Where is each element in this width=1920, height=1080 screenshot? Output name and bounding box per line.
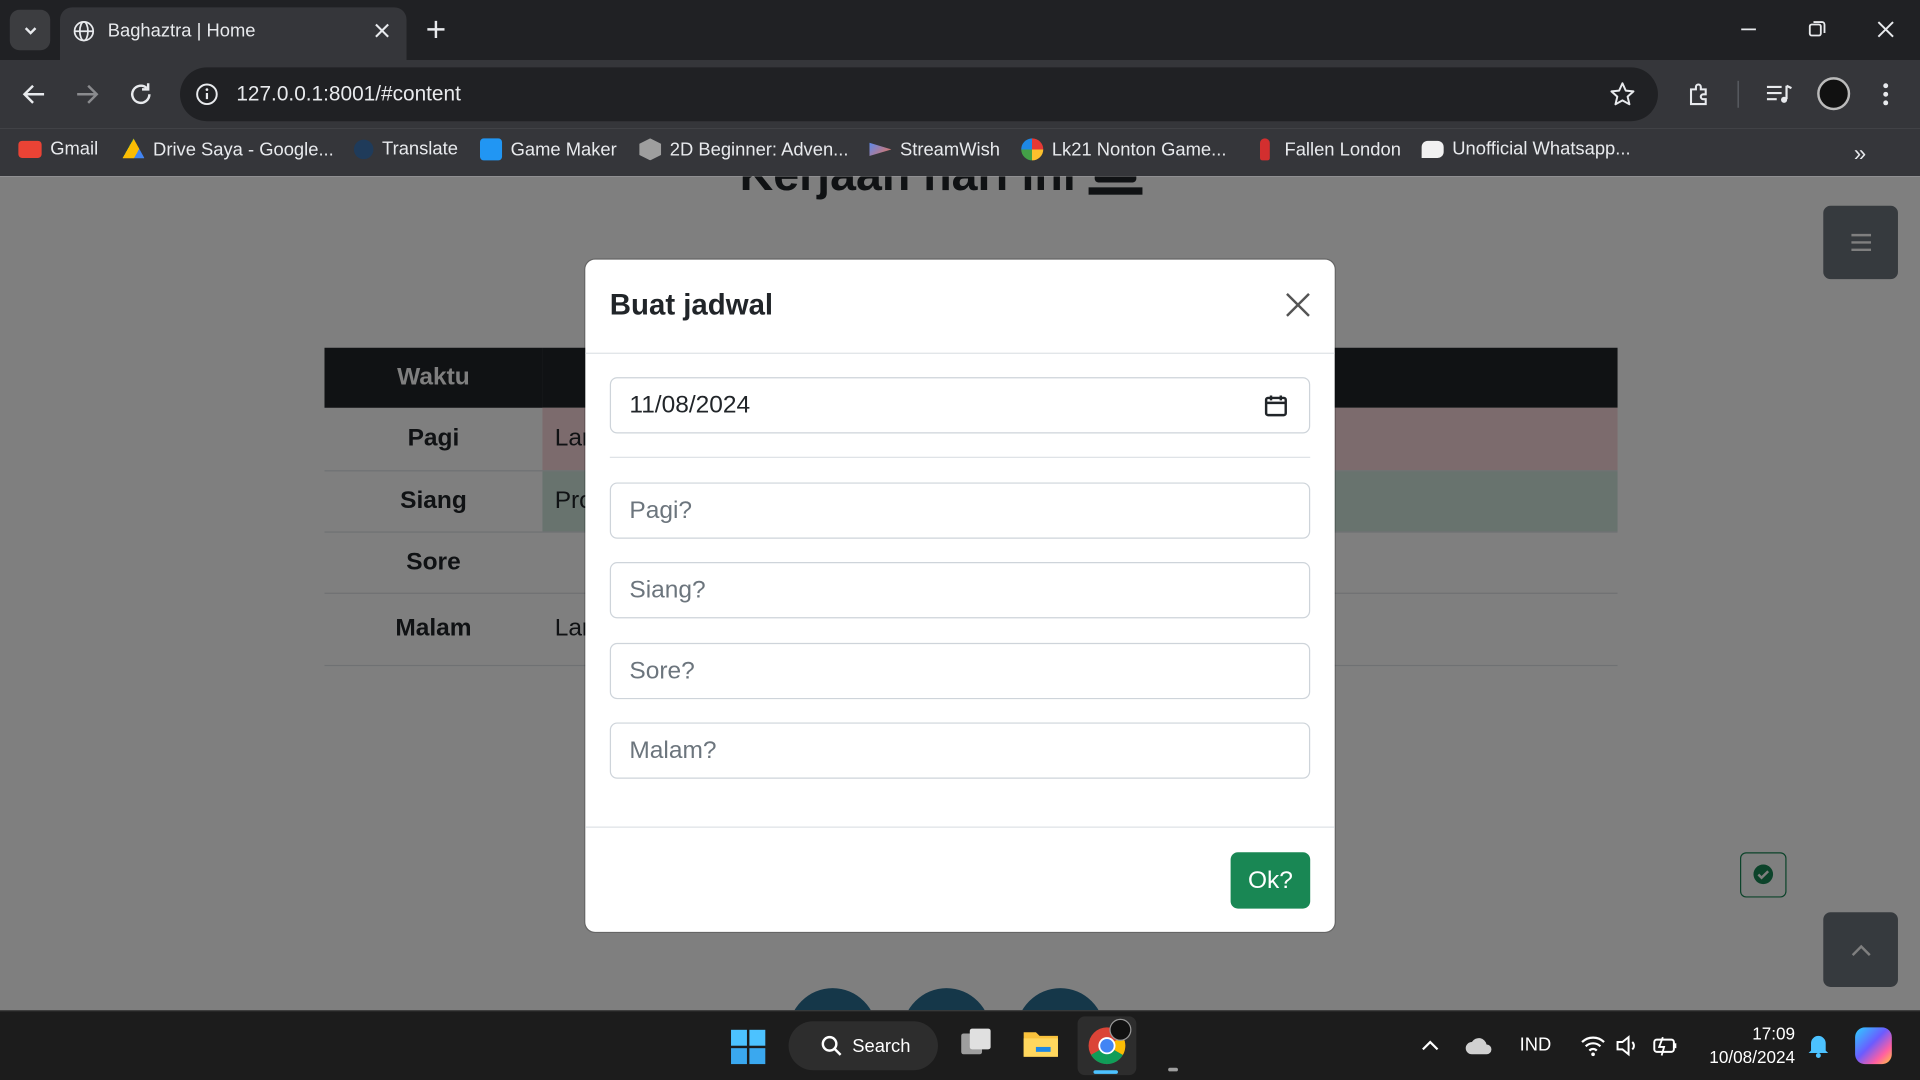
windows-start-icon[interactable] — [730, 1029, 767, 1066]
chevron-down-icon — [24, 26, 36, 35]
restore-icon[interactable] — [1807, 17, 1827, 41]
bookmark-game-maker[interactable]: Game Maker — [480, 138, 617, 161]
chrome-profile-badge — [1109, 1018, 1132, 1041]
malam-input[interactable] — [609, 722, 1311, 779]
globe-icon — [73, 21, 95, 42]
more-menu-icon[interactable] — [1881, 81, 1891, 108]
game-maker-icon — [480, 138, 503, 161]
volume-icon[interactable] — [1615, 1033, 1639, 1057]
chrome-taskbar-app[interactable] — [1077, 1016, 1137, 1076]
close-icon[interactable] — [1283, 290, 1312, 319]
lk21-icon — [1021, 138, 1044, 161]
bookmark-whatsapp[interactable]: Unofficial Whatsapp... — [1421, 138, 1631, 160]
bookmark-label: Drive Saya - Google... — [153, 138, 334, 160]
siang-input[interactable] — [609, 562, 1311, 619]
modal-title: Buat jadwal — [609, 288, 774, 323]
browser-title-bar: Baghaztra | Home — [0, 0, 1920, 61]
back-arrow-icon[interactable] — [21, 81, 48, 108]
bookmark-label: StreamWish — [900, 138, 1001, 160]
pagi-input[interactable] — [609, 482, 1311, 539]
clock-time: 17:09 — [1752, 1023, 1796, 1044]
gmail-icon — [18, 140, 42, 158]
forward-arrow-icon[interactable] — [73, 81, 100, 108]
toolbar-divider — [1737, 80, 1739, 108]
ok-button[interactable]: Ok? — [1230, 852, 1311, 909]
bookmarks-bar: Gmail Drive Saya - Google... Translate G… — [0, 128, 1920, 177]
bookmark-label: Lk21 Nonton Game... — [1051, 138, 1227, 160]
system-clock[interactable]: 17:09 10/08/2024 — [1695, 1022, 1795, 1069]
close-tab-icon[interactable] — [373, 22, 390, 39]
tab-title: Baghaztra | Home — [107, 20, 256, 42]
streamwish-icon — [869, 142, 892, 157]
calendar-icon[interactable] — [1264, 393, 1288, 417]
reload-icon[interactable] — [127, 81, 154, 108]
bookmark-streamwish[interactable]: StreamWish — [869, 138, 1000, 160]
close-window-icon[interactable] — [1876, 17, 1896, 41]
bookmark-gmail[interactable]: Gmail — [18, 138, 98, 159]
bookmark-label: 2D Beginner: Adven... — [669, 138, 849, 160]
clock-date: 10/08/2024 — [1709, 1046, 1796, 1067]
create-schedule-modal: Buat jadwal 11/08/2024 Ok? — [585, 259, 1335, 932]
bookmark-fallen-london[interactable]: Fallen London — [1254, 138, 1401, 161]
bookmark-unity[interactable]: 2D Beginner: Adven... — [639, 138, 849, 161]
search-label: Search — [852, 1035, 911, 1057]
date-input[interactable]: 11/08/2024 — [609, 377, 1311, 434]
media-control-icon[interactable] — [1764, 81, 1793, 108]
task-view-icon[interactable] — [958, 1024, 995, 1061]
notification-bell-icon[interactable] — [1807, 1032, 1829, 1059]
bookmark-label: Game Maker — [510, 138, 617, 160]
taskbar-dot — [1168, 1067, 1178, 1072]
fallen-london-icon — [1260, 138, 1270, 161]
screen: Baghaztra | Home 127.0.0.1:8001/#content… — [0, 0, 1920, 1080]
language-indicator[interactable]: IND — [1520, 1035, 1552, 1056]
bookmark-drive[interactable]: Drive Saya - Google... — [122, 138, 334, 160]
battery-charging-icon[interactable] — [1651, 1033, 1680, 1057]
bookmark-label: Gmail — [50, 138, 99, 160]
wifi-icon[interactable] — [1580, 1033, 1607, 1057]
bookmark-translate[interactable]: Translate — [353, 138, 458, 160]
page-content: Kerjaan hari ini Waktu PagiLar SiangPro … — [0, 176, 1920, 1011]
google-drive-icon — [122, 138, 145, 159]
onedrive-icon[interactable] — [1464, 1036, 1493, 1056]
unity-icon — [639, 138, 662, 161]
file-explorer-icon[interactable] — [1021, 1024, 1060, 1063]
windows-taskbar: Search IND 17:09 10/08/2024 — [0, 1010, 1920, 1080]
modal-footer: Ok? — [585, 826, 1335, 932]
tab-search-button[interactable] — [9, 9, 51, 51]
sore-input[interactable] — [609, 642, 1311, 700]
whatsapp-icon — [1421, 140, 1444, 158]
address-bar[interactable]: 127.0.0.1:8001/#content — [180, 67, 1658, 122]
bookmark-star-icon[interactable] — [1609, 81, 1636, 108]
show-hidden-icons-icon[interactable] — [1420, 1036, 1440, 1056]
extensions-icon[interactable] — [1686, 81, 1713, 108]
bookmark-label: Unofficial Whatsapp... — [1452, 138, 1631, 160]
copilot-icon[interactable] — [1855, 1027, 1892, 1065]
more-bookmarks-icon[interactable]: » — [1854, 141, 1866, 167]
bookmark-lk21[interactable]: Lk21 Nonton Game... — [1021, 138, 1227, 161]
minimize-icon[interactable] — [1739, 17, 1759, 41]
active-app-indicator — [1093, 1070, 1118, 1074]
url-text: 127.0.0.1:8001/#content — [236, 82, 461, 106]
site-info-icon[interactable] — [195, 82, 219, 106]
bookmark-label: Fallen London — [1284, 138, 1401, 160]
profile-avatar[interactable] — [1817, 77, 1851, 111]
divider — [609, 456, 1311, 458]
search-icon — [821, 1035, 842, 1056]
taskbar-search[interactable]: Search — [788, 1021, 938, 1071]
new-tab-icon[interactable] — [424, 17, 448, 41]
translate-icon — [353, 138, 374, 159]
browser-toolbar: 127.0.0.1:8001/#content — [0, 60, 1920, 129]
date-value: 11/08/2024 — [629, 391, 751, 419]
modal-header: Buat jadwal — [585, 260, 1335, 354]
bookmark-label: Translate — [382, 138, 458, 160]
browser-tab-active[interactable]: Baghaztra | Home — [60, 7, 407, 61]
